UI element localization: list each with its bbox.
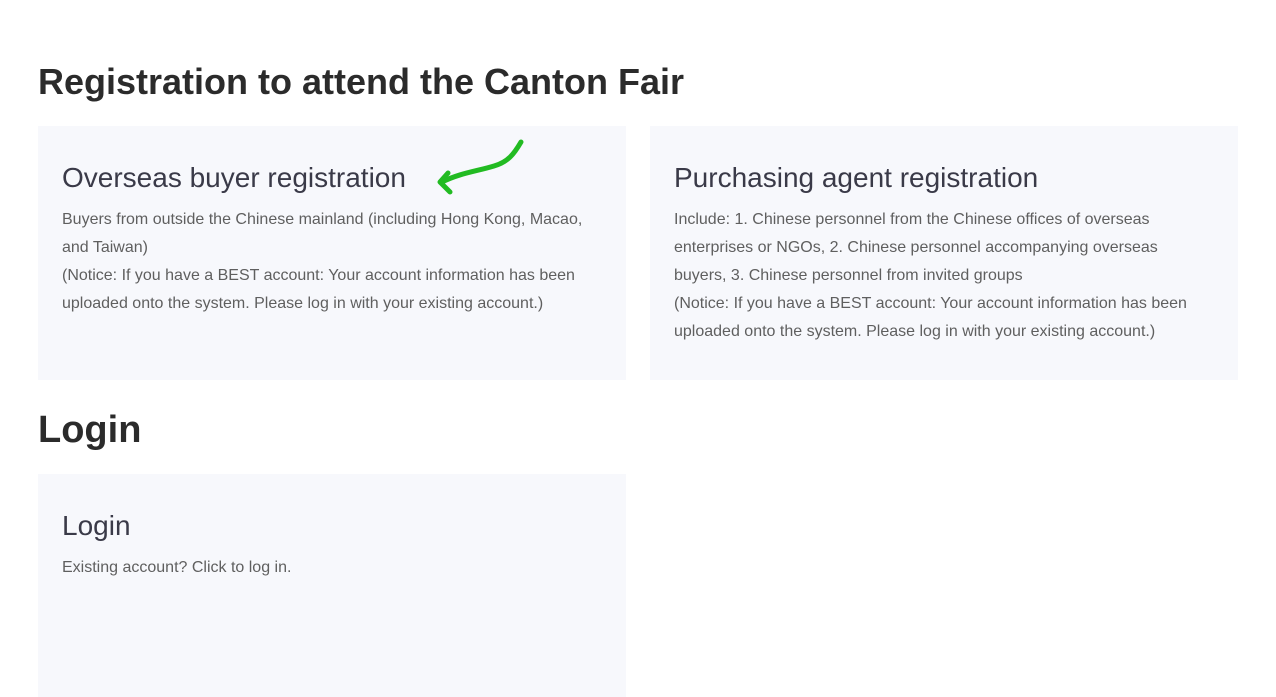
purchasing-agent-registration-description: Include: 1. Chinese personnel from the C… [674, 206, 1214, 346]
overseas-buyer-eligibility-text: Buyers from outside the Chinese mainland… [62, 211, 583, 256]
overseas-buyer-notice-text: (Notice: If you have a BEST account: You… [62, 267, 575, 312]
login-section-title: Login [38, 409, 142, 451]
overseas-buyer-registration-title: Overseas buyer registration [62, 162, 406, 193]
purchasing-agent-registration-title: Purchasing agent registration [674, 162, 1039, 193]
purchasing-agent-notice-text: (Notice: If you have a BEST account: You… [674, 295, 1187, 340]
overseas-buyer-registration-description: Buyers from outside the Chinese mainland… [62, 206, 602, 318]
login-prompt-text: Existing account? Click to log in. [62, 559, 292, 576]
login-card-description: Existing account? Click to log in. [62, 554, 602, 582]
login-card-title: Login [62, 510, 131, 541]
overseas-buyer-registration-card[interactable]: Overseas buyer registration Buyers from … [38, 126, 626, 380]
purchasing-agent-registration-card[interactable]: Purchasing agent registration Include: 1… [650, 126, 1238, 380]
login-card[interactable]: Login Existing account? Click to log in. [38, 474, 626, 697]
page: Registration to attend the Canton Fair O… [0, 0, 1276, 697]
registration-section-title: Registration to attend the Canton Fair [38, 61, 685, 102]
purchasing-agent-eligibility-text: Include: 1. Chinese personnel from the C… [674, 211, 1158, 284]
